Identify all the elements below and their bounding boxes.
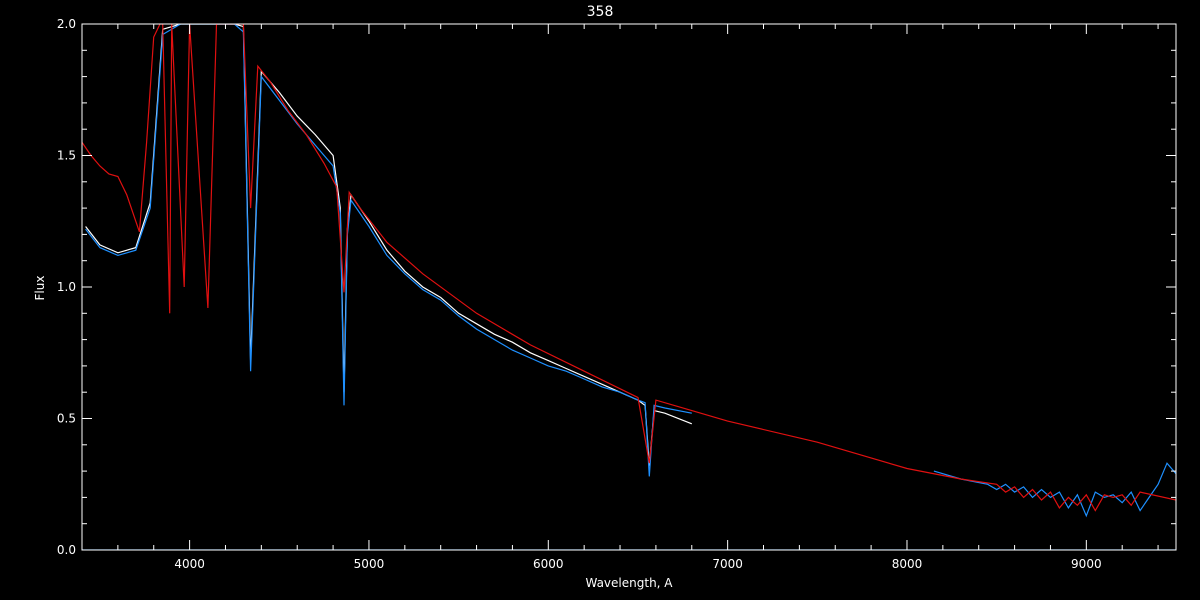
y-tick-label: 1.5 [57,149,76,163]
x-tick-label: 8000 [892,557,923,571]
x-tick-label: 5000 [354,557,385,571]
x-tick-label: 7000 [712,557,743,571]
x-tick-label: 9000 [1071,557,1102,571]
chart-background [0,0,1200,600]
y-axis-label: Flux [33,276,47,301]
y-tick-label: 1.0 [57,280,76,294]
x-axis-label: Wavelength, A [585,576,673,590]
y-tick-label: 0.0 [57,543,76,557]
x-tick-label: 6000 [533,557,564,571]
y-tick-label: 2.0 [57,17,76,31]
spectrum-chart: 358 4000 5000 6000 7000 8000 9000 0.0 0.5 1.0 1.… [0,0,1200,600]
chart-title: 358 [587,4,614,20]
y-tick-label: 0.5 [57,412,76,426]
x-tick-label: 4000 [174,557,205,571]
